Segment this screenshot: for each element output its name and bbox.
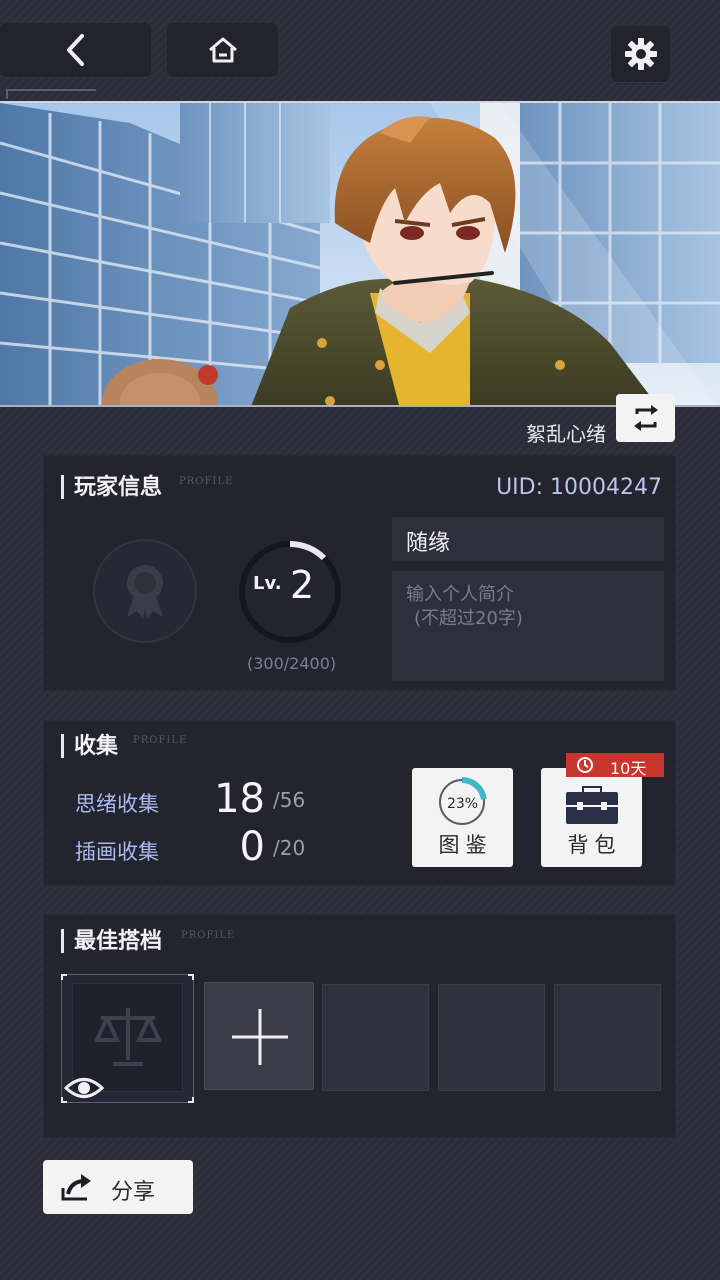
bag-label: 背包 bbox=[567, 833, 622, 857]
atlas-percent: 23% bbox=[446, 796, 479, 812]
illustration-collection-total: /20 bbox=[273, 836, 306, 860]
share-icon bbox=[61, 1174, 91, 1201]
exp-progress-text: (300/2400) bbox=[247, 654, 337, 673]
clock-icon bbox=[577, 757, 593, 773]
thought-collection-value: 18 bbox=[214, 776, 265, 822]
collection-panel-subtitle: PROFILE bbox=[133, 735, 188, 746]
back-button[interactable] bbox=[0, 23, 151, 77]
partners-panel-title: 最佳搭档 bbox=[61, 929, 162, 953]
bag-button[interactable]: 背包 bbox=[541, 768, 642, 867]
banner-illustration bbox=[0, 103, 720, 405]
banner-background-name: 絮乱心绪 bbox=[526, 422, 606, 446]
partner-slot-main[interactable] bbox=[61, 974, 194, 1103]
player-badge[interactable] bbox=[93, 539, 197, 643]
share-button[interactable]: 分享 bbox=[43, 1160, 193, 1214]
plus-icon bbox=[232, 1009, 288, 1065]
swap-banner-button[interactable] bbox=[616, 394, 675, 442]
illustration-collection-value: 0 bbox=[239, 824, 265, 870]
settings-button[interactable] bbox=[611, 26, 670, 82]
medal-icon bbox=[127, 565, 163, 619]
partner-slot-empty bbox=[438, 984, 545, 1091]
share-label: 分享 bbox=[111, 1180, 156, 1205]
home-icon bbox=[208, 37, 237, 63]
profile-panel: 玩家信息 PROFILE UID: 10004247 Lv. 2 (300/24… bbox=[43, 455, 676, 691]
level-value: 2 bbox=[290, 563, 315, 607]
bag-timer-badge: 10天 bbox=[566, 753, 664, 778]
partners-panel-subtitle: PROFILE bbox=[181, 930, 236, 941]
partner-slot-empty bbox=[322, 984, 429, 1091]
collection-panel: 收集 PROFILE 思绪收集 18 /56 插画收集 0 /20 23% 图鉴… bbox=[43, 720, 676, 886]
scales-icon bbox=[93, 1008, 163, 1066]
profile-banner bbox=[0, 101, 720, 407]
eye-icon[interactable] bbox=[64, 1075, 104, 1101]
nickname-field[interactable]: 随缘 bbox=[392, 517, 664, 561]
collection-panel-title: 收集 bbox=[61, 734, 118, 758]
profile-panel-subtitle: PROFILE bbox=[179, 476, 234, 487]
bio-input[interactable]: 输入个人简介 (不超过20字) bbox=[392, 571, 664, 681]
profile-panel-title: 玩家信息 bbox=[61, 475, 162, 499]
bag-timer-text: 10天 bbox=[610, 759, 647, 778]
home-button[interactable] bbox=[167, 23, 278, 77]
gear-icon bbox=[624, 38, 657, 70]
atlas-label: 图鉴 bbox=[438, 833, 493, 857]
banner-frame-corner bbox=[6, 89, 96, 99]
partners-panel: 最佳搭档 PROFILE bbox=[43, 914, 676, 1138]
bio-placeholder-line1: 输入个人简介 bbox=[406, 584, 514, 605]
level-prefix: Lv. bbox=[253, 573, 282, 594]
bag-icon bbox=[566, 786, 618, 824]
thought-collection-total: /56 bbox=[273, 788, 306, 812]
swap-icon bbox=[633, 405, 658, 431]
atlas-button[interactable]: 23% 图鉴 bbox=[412, 768, 513, 867]
bio-placeholder-line2: (不超过20字) bbox=[414, 608, 523, 629]
partner-slot-empty bbox=[554, 984, 661, 1091]
illustration-collection-label: 插画收集 bbox=[75, 840, 159, 864]
player-uid: UID: 10004247 bbox=[496, 475, 662, 500]
add-partner-button[interactable] bbox=[204, 982, 314, 1090]
thought-collection-label: 思绪收集 bbox=[75, 792, 159, 816]
back-arrow-icon bbox=[66, 34, 84, 66]
